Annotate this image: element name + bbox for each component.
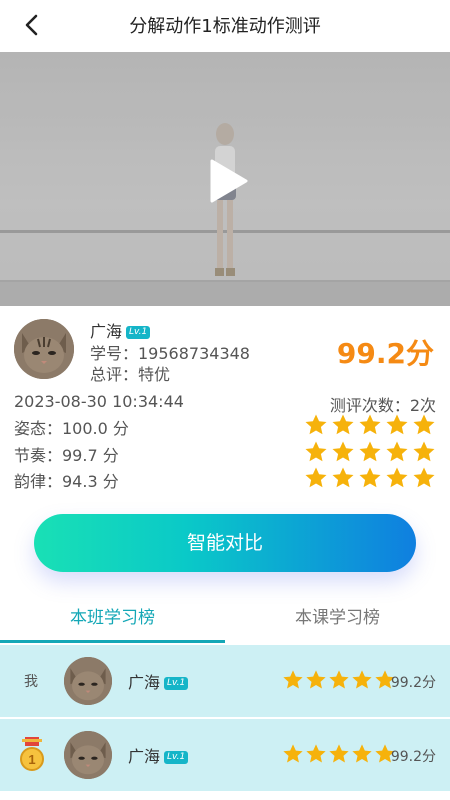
total-score: 99.2分	[336, 337, 434, 370]
star-icon	[283, 744, 303, 763]
leaderboard-name-text: 广海	[128, 673, 161, 692]
level-badge: Lv.1	[164, 751, 189, 764]
star-rating	[304, 440, 436, 464]
user-name-text: 广海	[90, 322, 123, 341]
star-icon	[359, 414, 381, 435]
metric-label: 韵律：94.3 分	[14, 472, 119, 491]
star-icon	[305, 467, 327, 488]
metric-row-rhythm: 节奏：99.7 分	[14, 440, 436, 466]
star-icon	[305, 441, 327, 462]
star-rating	[304, 466, 436, 490]
cat-avatar-icon	[64, 731, 112, 779]
metric-row-cadence: 韵律：94.3 分	[14, 466, 436, 492]
star-icon	[413, 441, 435, 462]
star-icon	[359, 467, 381, 488]
avatar	[14, 319, 74, 379]
metric-label: 节奏：99.7 分	[14, 446, 119, 465]
star-icon	[413, 414, 435, 435]
leaderboard-tabs: 本班学习榜 本课学习榜	[0, 596, 450, 644]
profile-card: 广海 Lv.1 学号：19568734348 总评：特优 99.2分	[0, 306, 450, 386]
cat-avatar-icon	[14, 319, 74, 379]
cat-avatar-icon	[64, 657, 112, 705]
smart-compare-button[interactable]: 智能对比	[34, 514, 416, 572]
active-tab-indicator	[0, 640, 225, 643]
star-icon	[329, 670, 349, 689]
star-icon	[352, 670, 372, 689]
leaderboard-score: 99.2分	[390, 749, 436, 765]
star-icon	[359, 441, 381, 462]
metric-row-posture: 姿态：100.0 分	[14, 413, 436, 439]
gold-medal-icon: 1	[20, 737, 44, 771]
star-icon	[283, 670, 303, 689]
star-icon	[332, 467, 354, 488]
star-icon	[332, 441, 354, 462]
star-icon	[329, 744, 349, 763]
star-icon	[386, 414, 408, 435]
play-icon[interactable]	[200, 156, 250, 206]
evaluation-datetime: 2023-08-30 10:34:44	[14, 392, 184, 411]
page-title: 分解动作1标准动作测评	[129, 16, 321, 37]
star-icon	[306, 670, 326, 689]
leaderboard-name-text: 广海	[128, 747, 161, 766]
avatar	[64, 731, 112, 779]
user-name: 广海 Lv.1	[90, 318, 151, 342]
star-rating	[282, 669, 396, 691]
star-icon	[413, 467, 435, 488]
star-rating	[282, 743, 396, 765]
video-player[interactable]	[0, 52, 450, 306]
star-icon	[386, 441, 408, 462]
leaderboard-score: 99.2分	[390, 675, 436, 691]
star-icon	[306, 744, 326, 763]
tab-class-leaderboard[interactable]: 本班学习榜	[0, 596, 225, 644]
overall-rating: 总评：特优	[90, 365, 171, 384]
star-icon	[305, 414, 327, 435]
star-icon	[332, 414, 354, 435]
nav-bar: 分解动作1标准动作测评	[0, 0, 450, 50]
star-icon	[386, 467, 408, 488]
star-rating	[304, 413, 436, 437]
svg-text:1: 1	[28, 752, 35, 767]
tab-course-leaderboard[interactable]: 本课学习榜	[225, 596, 450, 644]
my-rank-tag: 我	[24, 674, 38, 690]
level-badge: Lv.1	[126, 326, 151, 339]
smart-compare-label: 智能对比	[186, 532, 263, 554]
metric-label: 姿态：100.0 分	[14, 419, 129, 438]
level-badge: Lv.1	[164, 677, 189, 690]
avatar	[64, 657, 112, 705]
star-icon	[352, 744, 372, 763]
leaderboard-row-me[interactable]: 我 广海 Lv.1 99.2分	[0, 645, 450, 717]
leaderboard-name: 广海 Lv.1	[128, 669, 189, 693]
leaderboard-row-1[interactable]: 1 广海 Lv.1 99.2分	[0, 719, 450, 791]
leaderboard-name: 广海 Lv.1	[128, 743, 189, 767]
